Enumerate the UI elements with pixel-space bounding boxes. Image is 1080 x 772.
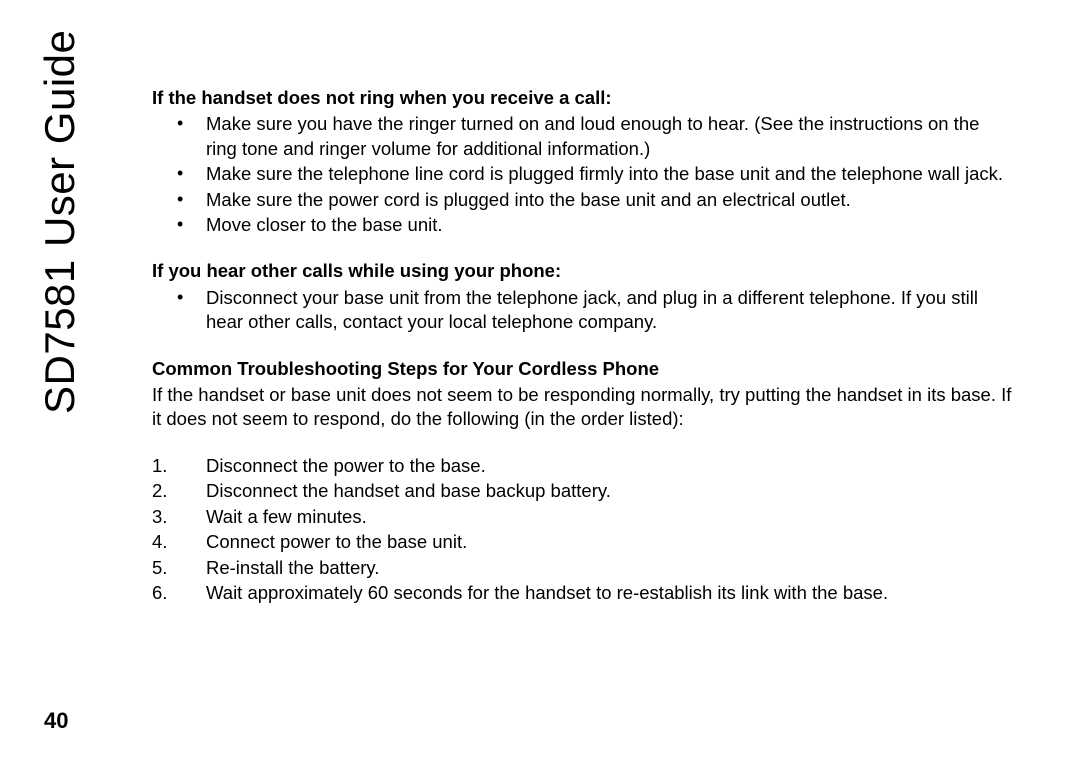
step-text: Connect power to the base unit. [206,531,467,552]
page-number: 40 [44,708,68,734]
list-item: 3.Wait a few minutes. [152,505,1012,529]
step-text: Disconnect the power to the base. [206,455,486,476]
list-item: Move closer to the base unit. [152,213,1012,237]
step-text: Re-install the battery. [206,557,379,578]
list-item: Make sure you have the ringer turned on … [152,112,1012,161]
section2-heading: If you hear other calls while using your… [152,259,1012,283]
list-item: 5.Re-install the battery. [152,556,1012,580]
step-text: Wait a few minutes. [206,506,367,527]
list-item: 2.Disconnect the handset and base backup… [152,479,1012,503]
list-item: 4.Connect power to the base unit. [152,530,1012,554]
section2-list: Disconnect your base unit from the telep… [152,286,1012,335]
step-text: Wait approximately 60 seconds for the ha… [206,582,888,603]
content-area: If the handset does not ring when you re… [152,86,1012,606]
section1-list: Make sure you have the ringer turned on … [152,112,1012,237]
section3-steps: 1.Disconnect the power to the base. 2.Di… [152,454,1012,605]
list-item: Make sure the telephone line cord is plu… [152,162,1012,186]
section3-para: If the handset or base unit does not see… [152,383,1012,432]
side-title: SD7581 User Guide [36,30,84,414]
list-item: 6.Wait approximately 60 seconds for the … [152,581,1012,605]
section1-heading: If the handset does not ring when you re… [152,86,1012,110]
list-item: 1.Disconnect the power to the base. [152,454,1012,478]
list-item: Make sure the power cord is plugged into… [152,188,1012,212]
section3-heading: Common Troubleshooting Steps for Your Co… [152,357,1012,381]
step-text: Disconnect the handset and base backup b… [206,480,611,501]
list-item: Disconnect your base unit from the telep… [152,286,1012,335]
